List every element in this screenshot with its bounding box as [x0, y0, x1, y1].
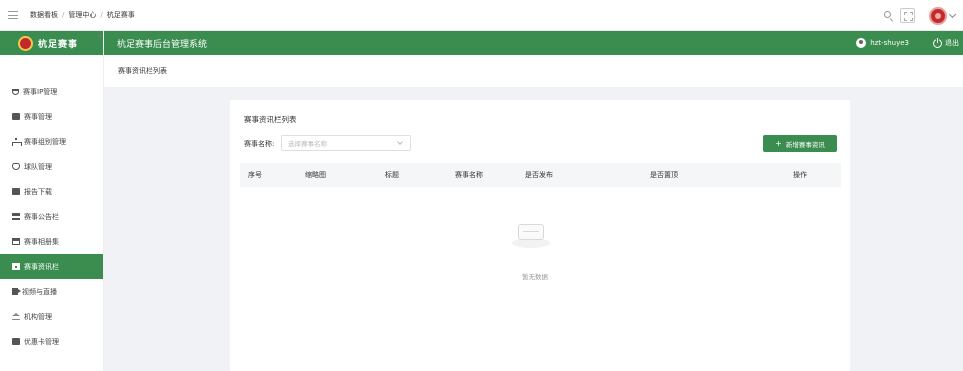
system-title: 杭足赛事后台管理系统: [117, 39, 208, 50]
page-header: 赛事资讯栏列表: [104, 55, 963, 87]
sidebar-item-report-download[interactable]: 报告下载: [0, 179, 103, 204]
video-icon: [12, 288, 21, 295]
trophy-icon: [12, 88, 19, 95]
list-card: 赛事资讯栏列表 赛事名称: 选择赛事名称 + 新增赛事资讯 序号 缩略图 标题 …: [230, 100, 850, 371]
page-title: 赛事资讯栏列表: [118, 67, 167, 75]
breadcrumb-item-current: 杭足赛事: [106, 11, 135, 19]
logout-label: 退出: [945, 39, 959, 47]
sidebar-item-event-management[interactable]: 赛事管理: [0, 104, 103, 129]
column-header-actions: 操作: [793, 171, 807, 179]
username: hzt-shuye3: [870, 39, 909, 47]
news-icon: [12, 263, 20, 270]
org-icon: [12, 138, 22, 146]
logout-button[interactable]: 退出: [933, 31, 959, 55]
breadcrumb-item-management[interactable]: 管理中心: [68, 10, 96, 20]
sidebar-item-label: 赛事相册集: [24, 237, 59, 246]
sidebar-item-albums[interactable]: 赛事相册集: [0, 229, 103, 254]
logo[interactable]: 杭足赛事: [0, 31, 103, 55]
filter-label: 赛事名称:: [244, 140, 275, 148]
breadcrumb-item-dashboard[interactable]: 数据看板: [30, 10, 58, 20]
card-icon: [12, 338, 20, 345]
sidebar-item-label: 赛事IP管理: [23, 87, 58, 96]
sidebar-item-news[interactable]: 赛事资讯栏: [0, 254, 103, 279]
column-header-title: 标题: [385, 171, 399, 179]
sidebar-item-organization[interactable]: 机构管理: [0, 304, 103, 329]
sidebar-item-label: 赛事管理: [24, 112, 52, 121]
column-header-thumbnail: 缩略图: [305, 171, 326, 179]
table-header: 序号 缩略图 标题 赛事名称 是否发布 是否置顶 操作: [240, 163, 841, 187]
scroll-up-icon[interactable]: [97, 31, 103, 40]
report-icon: [12, 188, 20, 195]
sidebar-menu: 赛事IP管理 赛事管理 赛事组别管理 球队管理 报告下载 赛事公告栏 赛事相册集: [0, 79, 103, 354]
grid-icon: [12, 113, 20, 120]
column-header-index: 序号: [248, 171, 262, 179]
album-icon: [12, 238, 20, 245]
user-avatar-icon: [856, 38, 867, 48]
menu-toggle-icon[interactable]: [8, 11, 18, 19]
breadcrumb-separator: /: [100, 11, 103, 19]
sidebar-item-label: 赛事组别管理: [24, 137, 66, 146]
event-name-select[interactable]: 选择赛事名称: [281, 135, 411, 151]
sidebar-item-discount-card[interactable]: 优惠卡管理: [0, 329, 103, 354]
bank-icon: [12, 313, 20, 320]
add-button-label: 新增赛事资讯: [785, 140, 825, 149]
sidebar: 杭足赛事 赛事IP管理 赛事管理 赛事组别管理 球队管理 报告下载 赛事公告栏: [0, 31, 104, 371]
search-icon[interactable]: [882, 9, 896, 23]
user-info[interactable]: hzt-shuye3: [856, 31, 909, 55]
sidebar-item-group-management[interactable]: 赛事组别管理: [0, 129, 103, 154]
sidebar-item-ip-management[interactable]: 赛事IP管理: [0, 79, 103, 104]
empty-state-text: 暂无数据: [522, 273, 548, 281]
user-menu[interactable]: [929, 6, 957, 25]
sidebar-item-video-live[interactable]: 视频与直播: [0, 279, 103, 304]
add-news-button[interactable]: + 新增赛事资讯: [763, 135, 837, 152]
column-header-event-name: 赛事名称: [455, 171, 483, 179]
breadcrumb-separator: /: [62, 11, 65, 19]
sidebar-item-team-management[interactable]: 球队管理: [0, 154, 103, 179]
app-header: 杭足赛事后台管理系统 hzt-shuye3 退出: [104, 31, 963, 55]
board-icon: [12, 213, 20, 220]
sidebar-item-label: 优惠卡管理: [24, 337, 59, 346]
shield-icon: [12, 163, 20, 170]
top-bar: 数据看板 / 管理中心 / 杭足赛事: [0, 0, 963, 31]
sidebar-item-label: 赛事资讯栏: [24, 262, 59, 271]
sidebar-item-label: 机构管理: [24, 312, 52, 321]
card-title: 赛事资讯栏列表: [244, 115, 297, 124]
breadcrumb: 数据看板 / 管理中心 / 杭足赛事: [30, 10, 135, 20]
logo-text: 杭足赛事: [38, 39, 79, 50]
sidebar-item-announcements[interactable]: 赛事公告栏: [0, 204, 103, 229]
fullscreen-icon[interactable]: [900, 8, 915, 23]
chevron-down-icon[interactable]: [948, 10, 957, 18]
sidebar-item-label: 视频与直播: [22, 287, 57, 296]
plus-icon: +: [775, 139, 782, 148]
power-icon: [933, 37, 942, 48]
select-placeholder: 选择赛事名称: [288, 140, 327, 148]
column-header-pinned: 是否置顶: [650, 171, 678, 179]
empty-inbox-icon: [512, 220, 550, 250]
logo-emblem-icon: [18, 35, 33, 51]
sidebar-item-label: 赛事公告栏: [24, 212, 59, 221]
chevron-down-icon: [397, 139, 403, 145]
sidebar-item-label: 报告下载: [24, 187, 52, 196]
column-header-published: 是否发布: [525, 171, 553, 179]
avatar[interactable]: [929, 6, 947, 25]
sidebar-item-label: 球队管理: [24, 162, 52, 171]
